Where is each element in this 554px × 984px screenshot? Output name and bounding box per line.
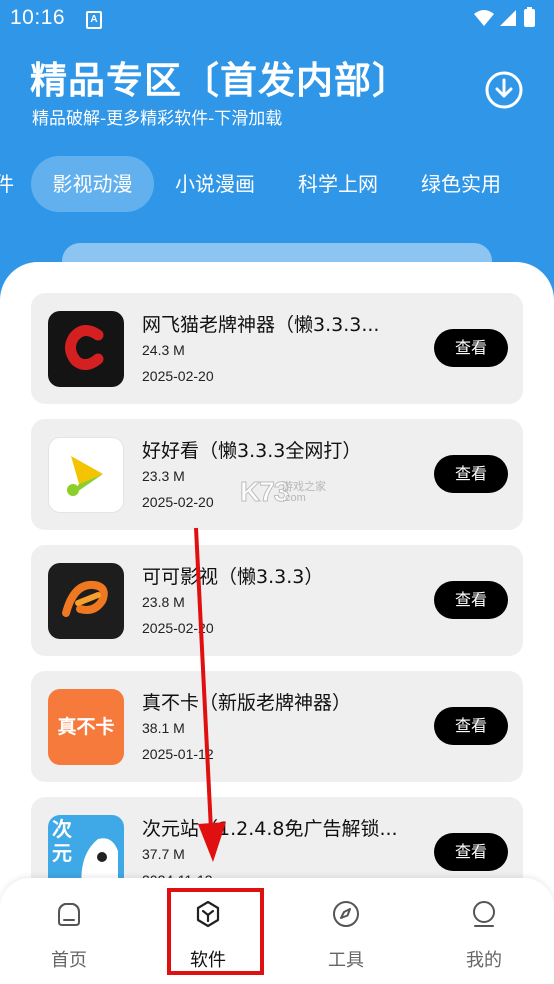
list-item[interactable]: 真不卡 真不卡（新版老牌神器） 38.1 M 2025-01-12 查看	[31, 671, 523, 782]
keke-icon	[48, 563, 124, 639]
annotation-highlight-box	[167, 888, 264, 975]
view-button[interactable]: 查看	[434, 455, 508, 493]
download-icon[interactable]	[484, 70, 524, 110]
status-time: 10:16	[10, 6, 66, 29]
nav-tools[interactable]: 工具	[296, 878, 396, 984]
app-size: 38.1 M	[142, 720, 185, 736]
app-date: 2025-02-20	[142, 368, 214, 384]
view-button[interactable]: 查看	[434, 329, 508, 367]
view-button[interactable]: 查看	[434, 581, 508, 619]
status-icons	[474, 7, 535, 27]
view-button[interactable]: 查看	[434, 707, 508, 745]
signal-icon	[500, 10, 516, 26]
app-name: 次元站（1.2.4.8免广告解锁...	[142, 818, 398, 840]
nav-label: 工具	[328, 950, 364, 971]
app-date: 2025-01-12	[142, 746, 214, 762]
category-tabs: 件 影视动漫 小说漫画 科学上网 绿色实用	[0, 156, 554, 214]
haohaokan-icon	[48, 437, 124, 513]
app-name: 可可影视（懒3.3.3）	[142, 566, 324, 588]
tab-green-utility[interactable]: 绿色实用	[406, 156, 516, 212]
list-item[interactable]: 可可影视（懒3.3.3） 23.8 M 2025-02-20 查看	[31, 545, 523, 656]
list-item[interactable]: 网飞猫老牌神器（懒3.3.3... 24.3 M 2025-02-20 查看	[31, 293, 523, 404]
notification-a-icon: A	[86, 11, 102, 29]
nav-label: 首页	[51, 950, 87, 971]
view-button[interactable]: 查看	[434, 833, 508, 871]
tab-vpn[interactable]: 科学上网	[283, 156, 393, 212]
nav-home[interactable]: 首页	[19, 878, 119, 984]
status-bar: 10:16 A	[0, 0, 554, 38]
page-title: 精品专区〔首发内部〕	[30, 59, 410, 102]
app-date: 2025-02-20	[142, 620, 214, 636]
nav-label: 我的	[466, 950, 502, 971]
nav-profile[interactable]: 我的	[434, 878, 534, 984]
watermark-domain: .com	[282, 492, 306, 504]
tab-novel-comic[interactable]: 小说漫画	[160, 156, 270, 212]
compass-icon	[333, 901, 359, 927]
profile-icon	[473, 901, 495, 927]
app-list: 网飞猫老牌神器（懒3.3.3... 24.3 M 2025-02-20 查看 好…	[0, 262, 554, 984]
app-name: 网飞猫老牌神器（懒3.3.3...	[142, 314, 380, 336]
app-size: 24.3 M	[142, 342, 185, 358]
app-date: 2025-02-20	[142, 494, 214, 510]
app-name: 真不卡（新版老牌神器）	[142, 692, 352, 714]
wifi-icon	[474, 10, 494, 26]
icon-text: 真不卡	[57, 716, 115, 738]
home-icon	[58, 903, 80, 926]
battery-icon	[524, 9, 535, 27]
app-size: 23.8 M	[142, 594, 185, 610]
app-name: 好好看（懒3.3.3全网打）	[142, 440, 362, 462]
tab-film-anime[interactable]: 影视动漫	[31, 156, 154, 212]
page-subtitle: 精品破解-更多精彩软件-下滑加载	[32, 109, 283, 129]
bottom-nav: 首页 软件 工具 我的	[0, 878, 554, 984]
app-size: 37.7 M	[142, 846, 185, 862]
zhenbuka-icon: 真不卡	[48, 689, 124, 765]
netflix-cat-icon	[48, 311, 124, 387]
list-item[interactable]: 好好看（懒3.3.3全网打） 23.3 M 2025-02-20 查看	[31, 419, 523, 530]
tab-partial[interactable]: 件	[0, 156, 16, 212]
app-size: 23.3 M	[142, 468, 185, 484]
